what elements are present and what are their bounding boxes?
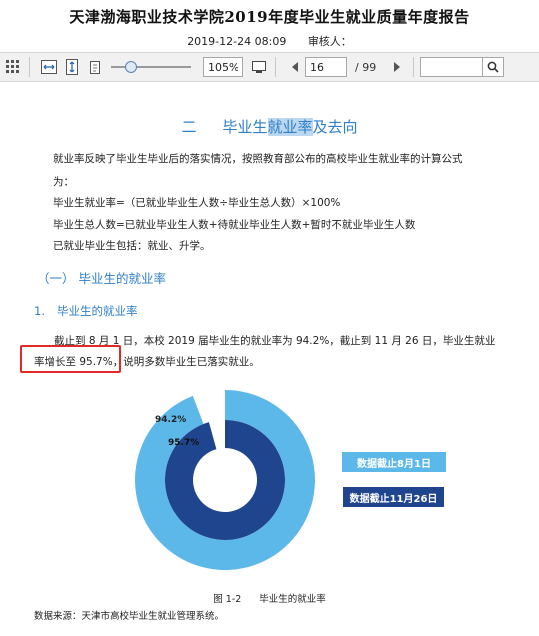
legend-item-nov26: 数据截止11月26日 [343,487,444,507]
highlight-annotation-box [20,345,121,373]
intro-line-2: 为： [53,176,74,188]
subheading-employment-rate: （一） 毕业生的就业率 [37,271,166,286]
rotate-icon[interactable] [85,57,105,77]
subheading-number: 1. [34,304,45,318]
formula-employment-rate: 毕业生就业率=（已就业毕业生人数÷毕业生总人数）×100% [53,197,341,209]
data-source: 数据来源：天津市高校毕业生就业管理系统。 [34,611,225,622]
zoom-input[interactable] [203,57,243,77]
page-total: / 99 [355,60,377,74]
intro-line-1: 就业率反映了毕业生毕业后的落实情况，按照教育部公布的高校毕业生就业率的计算公式 [53,153,463,165]
formula-employed-definition: 已就业毕业生包括：就业、升学。 [53,240,211,252]
search-button[interactable] [482,57,505,77]
fit-page-icon[interactable] [62,57,82,77]
toolbar-divider [275,57,276,77]
previous-page-icon[interactable] [285,57,305,77]
next-page-icon[interactable] [387,57,407,77]
zoom-slider-track [111,66,191,68]
thumbnails-grid-icon[interactable] [3,57,23,77]
viewer-toolbar: / 99 [0,52,539,82]
document-meta: 2019-12-24 08:09 审核人： [0,33,539,49]
fit-width-icon[interactable] [39,57,59,77]
search-icon [487,61,499,73]
figure-caption: 图 1-2 毕业生的就业率 [0,591,539,605]
figure-title: 毕业生的就业率 [259,594,326,605]
legend-item-aug1: 数据截止8月1日 [342,452,446,472]
page-number-input[interactable] [305,57,347,77]
employment-rate-donut-chart: 94.2% 95.7% [135,390,315,570]
figure-number: 图 1-2 [213,594,242,605]
document-title: 天津渤海职业技术学院2019年度毕业生就业质量年度报告 [69,8,470,26]
zoom-slider-thumb[interactable] [124,61,137,73]
section-title-highlight: 就业率 [267,118,313,136]
document-reviewer: 审核人： [307,35,352,48]
donut-label-aug1: 94.2% [155,415,186,425]
section-number: 二 [181,118,197,136]
toolbar-divider [29,57,30,77]
section-heading: 二 毕业生就业率及去向 [0,116,539,137]
subheading-text: 毕业生的就业率 [56,304,138,318]
donut-label-nov26: 95.7% [168,438,199,448]
section-title-end: 及去向 [312,118,358,136]
toolbar-divider [413,57,415,77]
formula-total-graduates: 毕业生总人数=已就业毕业生人数+待就业毕业生人数+暂时不就业毕业生人数 [53,219,416,231]
section-title-start: 毕业生 [222,118,268,136]
display-mode-icon[interactable] [249,57,269,77]
zoom-slider[interactable] [111,60,191,74]
subheading-numbered: 1. 毕业生的就业率 [34,303,137,319]
search-input[interactable] [420,57,483,77]
document-date: 2019-12-24 08:09 [187,35,287,48]
